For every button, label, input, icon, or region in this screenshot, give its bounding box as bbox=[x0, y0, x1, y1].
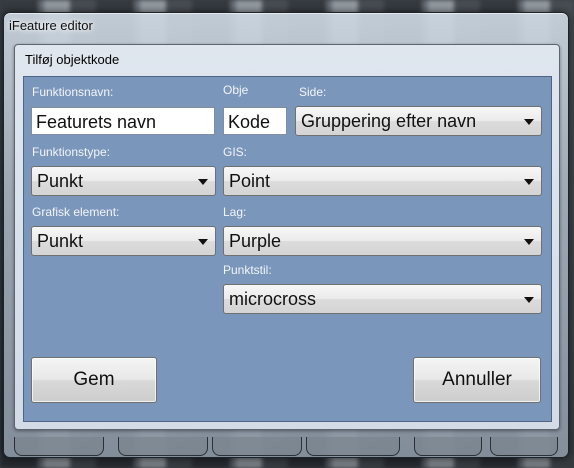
side-selected-value: Gruppering efter navn bbox=[301, 111, 477, 131]
gis-dropdown[interactable]: Point bbox=[223, 166, 542, 196]
dialog-title: Tilføj objektkode bbox=[25, 52, 120, 67]
side-label: Side: bbox=[299, 85, 327, 99]
save-button[interactable]: Gem bbox=[31, 357, 157, 403]
name-label: Funktionsnavn: bbox=[32, 85, 114, 99]
background-tab-bar bbox=[14, 437, 562, 459]
add-object-code-dialog: Tilføj objektkode Funktionsnavn: Obje Si… bbox=[14, 44, 560, 430]
graphic-label: Grafisk element: bbox=[32, 205, 120, 219]
chevron-down-icon bbox=[524, 119, 534, 125]
type-selected-value: Punkt bbox=[37, 171, 84, 191]
dialog-titlebar[interactable]: Tilføj objektkode bbox=[15, 45, 559, 73]
code-label: Obje bbox=[223, 83, 249, 97]
cancel-button[interactable]: Annuller bbox=[413, 357, 541, 403]
form-panel: Funktionsnavn: Obje Side: Featurets navn… bbox=[23, 76, 552, 422]
type-label: Funktionstype: bbox=[32, 145, 111, 159]
window-title: iFeature editor bbox=[9, 18, 93, 33]
layer-selected-value: Purple bbox=[229, 231, 282, 251]
pointstyle-label: Punktstil: bbox=[223, 263, 272, 277]
layer-label: Lag: bbox=[223, 205, 247, 219]
gis-label: GIS: bbox=[223, 145, 248, 159]
code-input[interactable]: Kode bbox=[223, 107, 287, 135]
chevron-down-icon bbox=[524, 239, 534, 245]
gis-selected-value: Point bbox=[229, 171, 271, 191]
type-dropdown[interactable]: Punkt bbox=[31, 166, 216, 196]
graphic-selected-value: Punkt bbox=[37, 231, 84, 251]
name-input[interactable]: Featurets navn bbox=[31, 107, 215, 135]
chevron-down-icon bbox=[524, 179, 534, 185]
chevron-down-icon bbox=[198, 239, 208, 245]
side-dropdown[interactable]: Gruppering efter navn bbox=[295, 106, 542, 136]
graphic-dropdown[interactable]: Punkt bbox=[31, 226, 216, 256]
pointstyle-dropdown[interactable]: microcross bbox=[223, 284, 542, 314]
chevron-down-icon bbox=[198, 179, 208, 185]
chevron-down-icon bbox=[524, 297, 534, 303]
layer-dropdown[interactable]: Purple bbox=[223, 226, 542, 256]
pointstyle-selected-value: microcross bbox=[229, 289, 317, 309]
